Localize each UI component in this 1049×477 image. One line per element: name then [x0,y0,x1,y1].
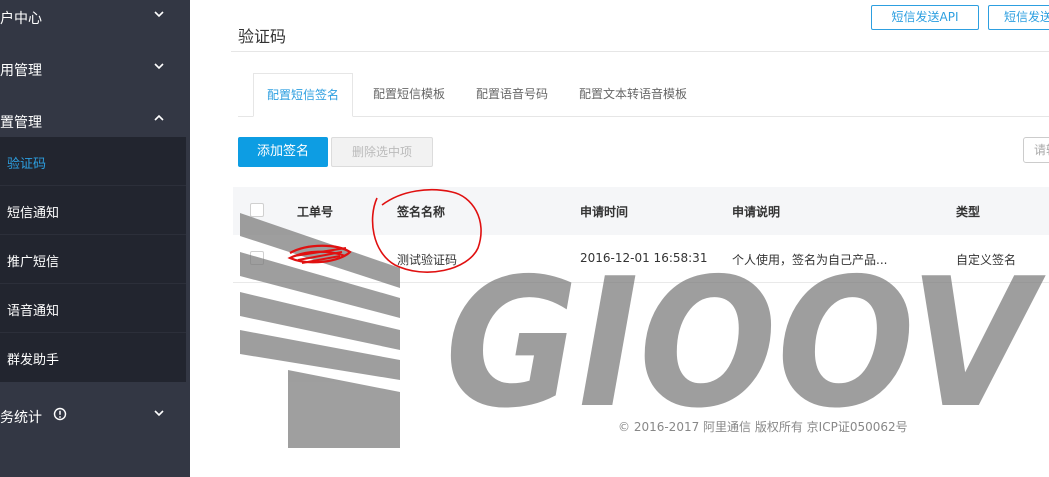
sidebar-item-promo-sms[interactable]: 推广短信 [0,235,186,284]
signature-name-cell: 测试验证码 [397,253,458,267]
column-header[interactable]: 申请说明 [732,203,780,220]
tab-tts-template[interactable]: 配置文本转语音模板 [579,73,687,117]
table-header: 工单号 签名名称 申请时间 申请说明 类型 [233,187,1049,235]
nav-group-label: 用管理 [0,63,42,79]
apply-time-cell: 2016-12-01 16:58:31 [580,251,708,265]
search-input[interactable]: 请输 [1023,137,1049,163]
column-header[interactable]: 工单号 [297,203,333,220]
sidebar-item-label: 推广短信 [7,255,60,270]
nav-group-app-management[interactable]: 用管理 [0,44,190,94]
sidebar-item-verification-code[interactable]: 验证码 [0,137,186,186]
apply-note-cell: 个人使用，签名为自己产品... [732,253,888,267]
chevron-down-icon [151,6,167,22]
footer-copyright: © 2016-2017 阿里通信 版权所有 京ICP证050062号 [618,420,908,434]
sms-send-button[interactable]: 短信发送 [988,5,1049,30]
column-header[interactable]: 申请时间 [580,203,628,220]
sidebar-item-mass-send[interactable]: 群发助手 [0,333,186,382]
table-row[interactable]: 测试验证码 2016-12-01 16:58:31 个人使用，签名为自己产品..… [233,235,1049,283]
sidebar: 户中心 用管理 置管理 验证码 短信通知 推广短信 语音通知 群发助手 务统计 [0,0,190,477]
submenu: 验证码 短信通知 推广短信 语音通知 群发助手 [0,137,186,382]
sidebar-item-label: 验证码 [7,157,47,172]
tab-sms-template[interactable]: 配置短信模板 [373,73,445,117]
nav-group-label: 置管理 [0,115,42,131]
sidebar-item-sms-notice[interactable]: 短信通知 [0,186,186,235]
sidebar-item-voice-notice[interactable]: 语音通知 [0,284,186,333]
chevron-up-icon [151,110,167,126]
sidebar-item-label: 群发助手 [7,353,60,368]
column-header[interactable]: 类型 [956,203,980,220]
tab-voice-number[interactable]: 配置语音号码 [476,73,548,117]
chevron-down-icon [151,58,167,74]
nav-group-business-stats[interactable]: 务统计 [0,391,190,441]
nav-group-label: 户中心 [0,11,42,27]
header-divider [231,51,1049,52]
select-all-checkbox[interactable] [250,203,264,217]
info-icon [53,407,67,421]
nav-group-label: 务统计 [0,410,42,426]
sidebar-item-label: 语音通知 [7,304,60,319]
delete-selected-button[interactable]: 删除选中项 [331,137,433,167]
type-cell: 自定义签名 [956,253,1017,267]
sms-api-button[interactable]: 短信发送API [871,5,979,30]
column-header[interactable]: 签名名称 [397,203,445,220]
sidebar-item-label: 短信通知 [7,206,60,221]
row-checkbox[interactable] [250,251,264,265]
main-content: 验证码 短信发送API 短信发送 配置短信签名 配置短信模板 配置语音号码 配置… [190,0,1049,477]
add-signature-button[interactable]: 添加签名 [238,137,328,167]
page-title: 验证码 [238,27,287,46]
nav-group-user-center[interactable]: 户中心 [0,0,190,42]
tab-sms-signature[interactable]: 配置短信签名 [253,73,353,117]
chevron-down-icon [151,405,167,421]
